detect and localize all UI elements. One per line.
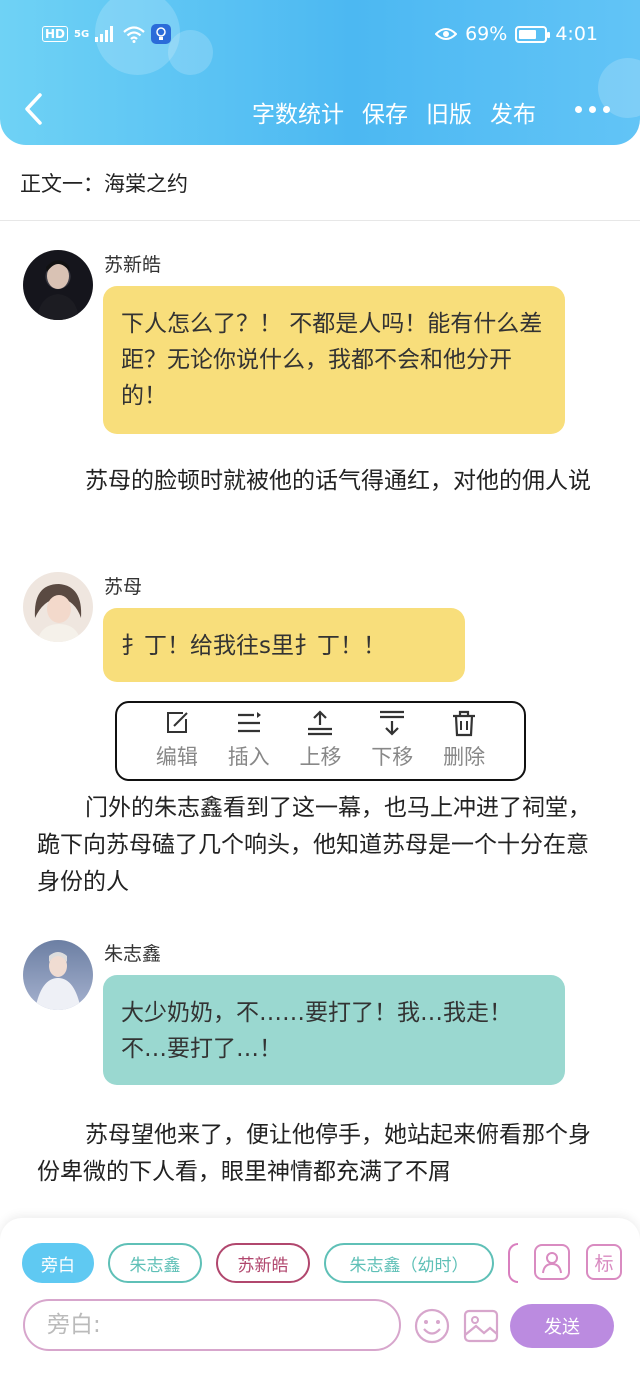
battery-percent: 69% xyxy=(465,23,508,45)
move-up-button[interactable]: 上移 xyxy=(290,709,350,779)
avatar-zhu-zhixin[interactable] xyxy=(23,940,93,1010)
eye-icon xyxy=(435,28,458,40)
notification-bulb-icon xyxy=(151,24,172,44)
message-bubble[interactable]: 大少奶奶，不……要打了！我…我走！不…要打了…！ xyxy=(103,975,565,1085)
image-icon[interactable] xyxy=(462,1307,500,1345)
role-tag-zhu-zhixin-child[interactable]: 朱志鑫（幼时） xyxy=(324,1243,494,1283)
role-tag-narrator[interactable]: 旁白 xyxy=(22,1243,94,1283)
move-up-label: 上移 xyxy=(299,745,342,769)
add-character-button[interactable] xyxy=(534,1244,570,1280)
move-down-label: 下移 xyxy=(371,745,414,769)
hd-badge: HD xyxy=(42,26,69,42)
role-tag-partial[interactable] xyxy=(508,1243,518,1283)
speaker-name: 朱志鑫 xyxy=(104,943,162,965)
move-down-icon xyxy=(380,710,405,736)
edit-button[interactable]: 编辑 xyxy=(147,709,207,779)
delete-icon xyxy=(453,710,476,737)
app-header: HD 5G 69% 4:01 字数统计 保存 旧版 发布 xyxy=(0,0,640,145)
move-down-button[interactable]: 下移 xyxy=(362,709,422,779)
word-count-button[interactable]: 字数统计 xyxy=(252,95,344,129)
role-tag-su-xinhao[interactable]: 苏新皓 xyxy=(216,1243,310,1283)
speaker-name: 苏新皓 xyxy=(104,254,162,276)
insert-icon xyxy=(237,712,261,733)
narration-text[interactable]: 苏母的脸顿时就被他的话气得通红，对他的佣人说 xyxy=(37,463,607,500)
insert-label: 插入 xyxy=(227,745,270,769)
save-button[interactable]: 保存 xyxy=(362,95,408,129)
message-bubble[interactable]: 下人怎么了？！ 不都是人吗！能有什么差距？无论你说什么，我都不会和他分开的！ xyxy=(103,286,565,434)
delete-label: 删除 xyxy=(443,745,486,769)
battery-icon xyxy=(515,25,551,43)
publish-button[interactable]: 发布 xyxy=(490,95,536,129)
signal-icon xyxy=(95,26,114,42)
message-context-menu: 编辑 插入 上移 下移 删除 xyxy=(115,701,526,781)
message-bubble[interactable]: 扌丁！给我往s里扌丁！！ xyxy=(103,608,465,682)
status-bar: HD 5G 69% 4:01 xyxy=(0,20,640,56)
more-icon[interactable] xyxy=(575,106,610,113)
narration-text[interactable]: 门外的朱志鑫看到了这一幕，也马上冲进了祠堂，跪下向苏母磕了几个响头，他知道苏母是… xyxy=(37,790,607,901)
insert-button[interactable]: 插入 xyxy=(219,709,279,779)
avatar-su-xinhao[interactable] xyxy=(23,250,93,320)
old-version-button[interactable]: 旧版 xyxy=(426,95,472,129)
chapter-title: 正文一：海棠之约 xyxy=(20,172,188,196)
battery-fill xyxy=(519,29,537,39)
chevron-left-icon xyxy=(25,93,42,125)
nav-actions: 字数统计 保存 旧版 发布 xyxy=(252,95,536,129)
wifi-icon xyxy=(123,25,145,43)
divider xyxy=(0,220,640,221)
role-tag-zhu-zhixin[interactable]: 朱志鑫 xyxy=(108,1243,202,1283)
network-label: 5G xyxy=(74,28,90,40)
avatar-su-mother[interactable] xyxy=(23,572,93,642)
role-tag-row: 旁白 朱志鑫 苏新皓 朱志鑫（幼时） xyxy=(22,1243,518,1283)
edit-icon xyxy=(166,712,188,733)
message-input[interactable] xyxy=(23,1299,401,1351)
speaker-name: 苏母 xyxy=(104,576,143,598)
move-up-icon xyxy=(308,710,333,736)
composer-panel: 旁白 朱志鑫 苏新皓 朱志鑫（幼时） 标 发送 xyxy=(0,1218,640,1387)
person-icon xyxy=(542,1252,562,1274)
tag-button[interactable]: 标 xyxy=(586,1244,622,1280)
clock: 4:01 xyxy=(555,23,598,45)
delete-button[interactable]: 删除 xyxy=(434,709,494,779)
back-button[interactable] xyxy=(22,92,52,128)
edit-label: 编辑 xyxy=(155,745,198,769)
narration-text[interactable]: 苏母望他来了，便让他停手，她站起来俯看那个身份卑微的下人看，眼里神情都充满了不屑 xyxy=(37,1117,607,1191)
send-button[interactable]: 发送 xyxy=(510,1304,614,1348)
emoji-icon[interactable] xyxy=(413,1307,451,1345)
